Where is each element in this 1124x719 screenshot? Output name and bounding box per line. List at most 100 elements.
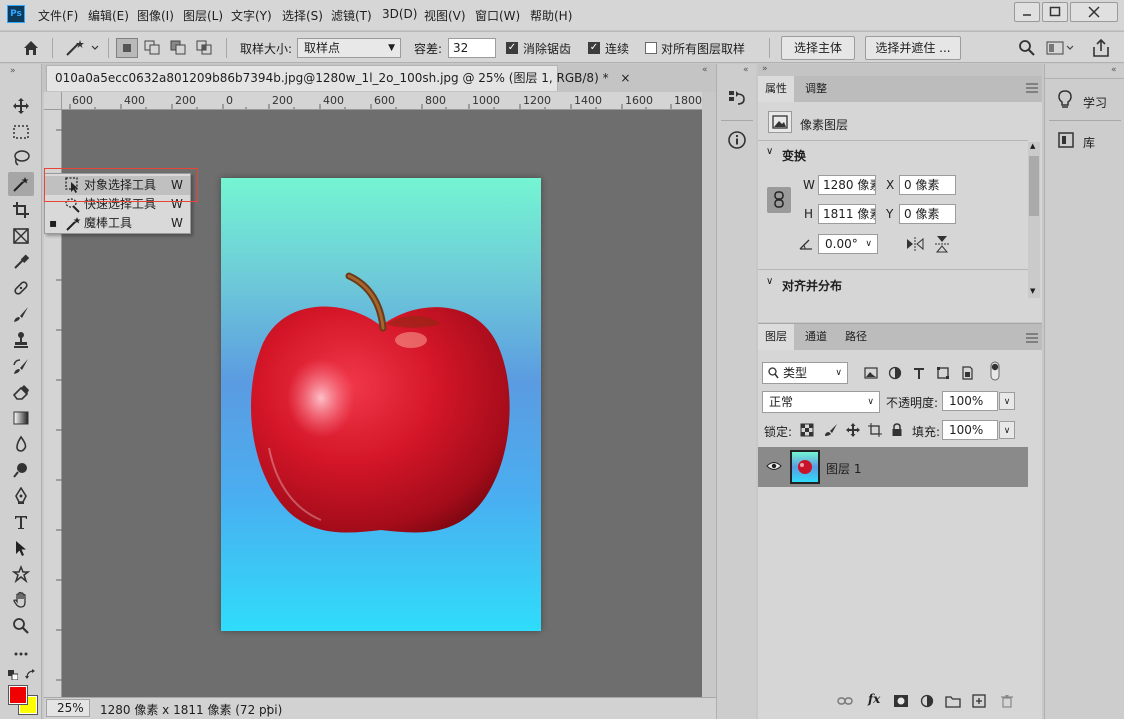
select-and-mask-button[interactable]: 选择并遮住 ... (865, 36, 961, 60)
angle-select[interactable]: 0.00° ∨ (818, 234, 878, 254)
brush-tool-icon[interactable] (8, 302, 34, 326)
menu-image[interactable]: 图像(I) (137, 7, 174, 24)
y-position-input[interactable]: 0 像素 (899, 204, 956, 224)
hand-tool-icon[interactable] (8, 588, 34, 612)
custom-shape-tool-icon[interactable] (8, 562, 34, 586)
learn-panel-label[interactable]: 学习 (1083, 94, 1107, 111)
sample-all-layers-checkbox[interactable] (645, 42, 657, 54)
blur-tool-icon[interactable] (8, 432, 34, 456)
tab-paths[interactable]: 路径 (838, 324, 874, 350)
magic-wand-tool-item[interactable]: ▪ 魔棒工具 W (45, 214, 190, 233)
magic-wand-preset-icon[interactable] (64, 38, 102, 58)
filter-type-icon[interactable] (910, 364, 928, 382)
filter-toggle-switch[interactable] (986, 361, 1004, 381)
learn-bulb-icon[interactable] (1057, 90, 1073, 110)
opacity-slider-chevron-icon[interactable]: ∨ (999, 392, 1015, 410)
type-tool-icon[interactable] (8, 510, 34, 534)
add-mask-icon[interactable] (892, 692, 910, 710)
panel-menu-icon[interactable] (1026, 333, 1038, 343)
link-dimensions-button[interactable] (767, 187, 791, 213)
lasso-tool-icon[interactable] (8, 146, 34, 170)
expand-arrows-icon[interactable]: « (743, 65, 749, 75)
lock-all-icon[interactable] (888, 421, 906, 439)
pen-tool-icon[interactable] (8, 484, 34, 508)
crop-tool-icon[interactable] (8, 198, 34, 222)
add-selection-mode-button[interactable] (142, 38, 164, 58)
tab-adjustments[interactable]: 调整 (798, 76, 834, 102)
transform-collapse-chevron-icon[interactable]: ∨ (766, 146, 773, 157)
menu-3d[interactable]: 3D(D) (382, 7, 417, 21)
menu-edit[interactable]: 编辑(E) (88, 7, 129, 24)
filter-adjustment-icon[interactable] (886, 364, 904, 382)
healing-brush-tool-icon[interactable] (8, 276, 34, 300)
filter-pixel-icon[interactable] (862, 364, 880, 382)
ruler-origin[interactable] (44, 92, 62, 110)
share-icon[interactable] (1092, 38, 1110, 58)
close-window-button[interactable] (1070, 2, 1118, 22)
marquee-tool-icon[interactable] (8, 120, 34, 144)
home-icon[interactable] (22, 39, 40, 57)
layer-row[interactable]: 图层 1 (758, 447, 1028, 487)
filter-smart-object-icon[interactable] (958, 364, 976, 382)
more-tools-icon[interactable] (8, 642, 34, 666)
collapse-arrows-icon[interactable]: » (10, 66, 16, 76)
select-subject-button[interactable]: 选择主体 (781, 36, 855, 60)
panel-menu-icon[interactable] (1026, 83, 1038, 93)
blend-mode-select[interactable]: 正常 ∨ (762, 391, 880, 413)
flip-horizontal-icon[interactable] (906, 237, 924, 251)
fill-input[interactable]: 100% ∨ (942, 420, 1015, 440)
width-input[interactable]: 1280 像素 (818, 175, 876, 195)
layer-effects-button[interactable]: fx (868, 692, 880, 706)
minimize-button[interactable] (1014, 2, 1040, 22)
search-icon[interactable] (1018, 39, 1036, 57)
flip-vertical-icon[interactable] (935, 235, 949, 253)
libraries-icon[interactable] (1058, 132, 1074, 148)
status-menu-chevron-icon[interactable]: › (266, 700, 270, 713)
info-panel-icon[interactable] (727, 130, 747, 150)
visibility-eye-icon[interactable] (766, 461, 782, 471)
frame-tool-icon[interactable] (8, 224, 34, 248)
menu-help[interactable]: 帮助(H) (530, 7, 572, 24)
close-tab-icon[interactable]: × (620, 71, 630, 85)
horizontal-ruler[interactable]: 600 400 200 0 200 400 600 800 1000 1200 … (62, 92, 702, 110)
move-tool-icon[interactable] (8, 94, 34, 118)
lock-pixels-brush-icon[interactable] (822, 421, 840, 439)
lock-transparency-icon[interactable] (798, 421, 816, 439)
clone-stamp-tool-icon[interactable] (8, 328, 34, 352)
scroll-up-icon[interactable]: ▲ (1030, 142, 1035, 150)
menu-select[interactable]: 选择(S) (282, 7, 323, 24)
eraser-tool-icon[interactable] (8, 380, 34, 404)
layer-filter-select[interactable]: 类型 ∨ (762, 362, 848, 384)
tab-properties[interactable]: 属性 (758, 76, 794, 102)
new-layer-icon[interactable] (970, 692, 988, 710)
layer-name[interactable]: 图层 1 (826, 460, 861, 477)
antialias-checkbox[interactable]: ✓ (506, 42, 518, 54)
new-group-folder-icon[interactable] (944, 692, 962, 710)
path-selection-tool-icon[interactable] (8, 536, 34, 560)
subtract-selection-mode-button[interactable] (168, 38, 190, 58)
opacity-input[interactable]: 100% ∨ (942, 391, 1015, 411)
history-panel-icon[interactable] (727, 88, 747, 108)
zoom-field[interactable]: 25% (46, 699, 90, 717)
menu-layer[interactable]: 图层(L) (183, 7, 223, 24)
document-tab[interactable]: 010a0a5ecc0632a801209b86b7394b.jpg@1280w… (46, 65, 630, 91)
magic-wand-tool-icon[interactable] (8, 172, 34, 196)
lock-artboard-icon[interactable] (866, 421, 884, 439)
tolerance-input[interactable]: 32 (448, 38, 496, 58)
contiguous-checkbox[interactable]: ✓ (588, 42, 600, 54)
workspace-icon[interactable] (1046, 40, 1076, 56)
tab-channels[interactable]: 通道 (798, 324, 834, 350)
maximize-button[interactable] (1042, 2, 1068, 22)
fill-slider-chevron-icon[interactable]: ∨ (999, 421, 1015, 439)
x-position-input[interactable]: 0 像素 (899, 175, 956, 195)
scroll-down-icon[interactable]: ▼ (1030, 287, 1035, 295)
menu-window[interactable]: 窗口(W) (475, 7, 520, 24)
expand-arrows-icon[interactable]: « (1111, 65, 1117, 75)
delete-layer-trash-icon[interactable] (998, 692, 1016, 710)
intersect-selection-mode-button[interactable] (194, 38, 216, 58)
libraries-panel-label[interactable]: 库 (1083, 134, 1095, 151)
eyedropper-tool-icon[interactable] (8, 250, 34, 274)
default-colors-icon[interactable] (8, 670, 18, 680)
collapse-arrows-icon[interactable]: » (762, 64, 768, 74)
menu-type[interactable]: 文字(Y) (231, 7, 272, 24)
